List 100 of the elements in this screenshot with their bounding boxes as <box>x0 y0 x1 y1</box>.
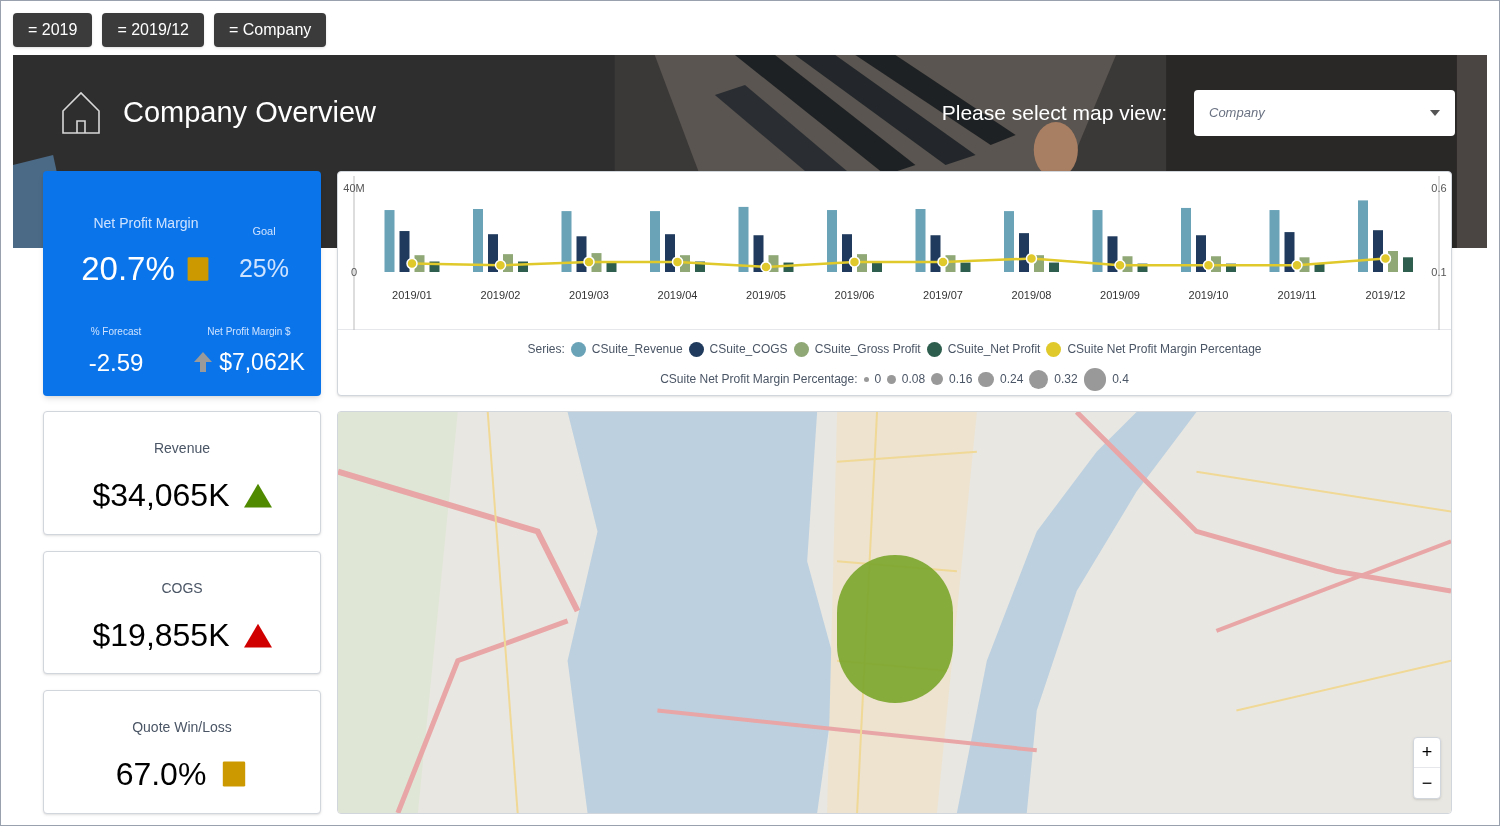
bar <box>753 235 764 272</box>
map-view-dropdown[interactable]: Company <box>1194 90 1455 136</box>
bar <box>842 234 852 272</box>
data-point <box>1025 252 1038 265</box>
axis-label: 2019/05 <box>746 289 786 301</box>
bar <box>650 211 660 272</box>
bar <box>1314 263 1325 272</box>
legend-label: CSuite_Revenue <box>591 341 683 358</box>
metric-value: 20.7% <box>81 249 175 289</box>
bar <box>606 261 617 272</box>
bar <box>1019 233 1029 272</box>
bar <box>1092 210 1103 272</box>
axis-label: 40M <box>343 182 365 194</box>
metric-label: COGS <box>161 578 203 598</box>
legend-label: Series: <box>527 341 565 358</box>
filter-chip[interactable]: = Company <box>214 13 327 47</box>
metric-value: $34,065K <box>92 476 230 515</box>
home-icon <box>61 91 101 135</box>
bar <box>518 261 528 272</box>
data-point <box>848 256 861 268</box>
zoom-out-button[interactable]: − <box>1414 768 1440 798</box>
legend-label: 0.24 <box>999 371 1024 389</box>
data-point <box>760 261 772 273</box>
data-point <box>1114 259 1126 272</box>
bar <box>665 234 675 272</box>
filter-chip[interactable]: = 2019/12 <box>102 13 204 47</box>
legend-label: CSuite Net Profit Margin Percentage: <box>660 371 858 389</box>
legend-label: 0 <box>874 371 882 389</box>
bar <box>1004 211 1014 272</box>
data-point <box>406 257 418 270</box>
goal-value: 25% <box>238 252 289 284</box>
bar <box>930 235 941 272</box>
bar <box>695 261 705 272</box>
metric-label: Quote Win/Loss <box>132 718 232 738</box>
legend-label: 0.4 <box>1112 371 1129 389</box>
map[interactable]: + − <box>337 411 1452 814</box>
bar <box>384 210 395 272</box>
bar <box>576 236 587 272</box>
metric-label: % Forecast <box>90 324 142 339</box>
metric-value: $7,062K <box>219 347 305 377</box>
axis-label: 2019/11 <box>1277 289 1317 301</box>
zoom-in-button[interactable]: + <box>1414 738 1440 768</box>
data-point <box>1291 259 1303 272</box>
bar <box>783 262 794 272</box>
data-point <box>494 259 507 272</box>
bar <box>738 206 749 272</box>
legend-label: CSuite Net Profit Margin Percentage <box>1067 341 1262 358</box>
map-view-label: Please select map view: <box>941 100 1167 127</box>
metric-value: -2.59 <box>88 347 144 378</box>
legend-label: CSuite_Net Profit <box>947 341 1041 358</box>
bar <box>473 209 483 272</box>
metric-value: $19,855K <box>92 615 230 655</box>
axis-label: 2019/02 <box>480 289 521 301</box>
axis-label: 0 <box>350 266 358 278</box>
metric-label: Revenue <box>153 439 210 458</box>
legend-label: CSuite_Gross Profit <box>814 341 921 358</box>
bar <box>1269 210 1280 272</box>
legend-label: 0.16 <box>949 371 973 389</box>
bar <box>872 262 882 272</box>
axis-label: 2019/04 <box>657 289 698 301</box>
caret-icon <box>1430 110 1440 116</box>
page-title: Company Overview <box>123 95 377 131</box>
bar <box>960 262 971 272</box>
legend-label: 0.32 <box>1054 371 1078 389</box>
bar <box>429 261 440 272</box>
legend-label: CSuite_COGS <box>709 341 788 358</box>
axis-label: 0.6 <box>1431 182 1447 194</box>
axis-label: 2019/07 <box>923 289 963 301</box>
axis-label: 2019/03 <box>569 289 609 301</box>
data-point <box>1202 259 1215 272</box>
bar <box>399 231 410 272</box>
bar <box>827 210 837 272</box>
bar <box>1049 262 1059 272</box>
bar <box>915 209 926 272</box>
bar <box>1181 207 1191 272</box>
metric-label: Net Profit Margin $ <box>207 324 291 339</box>
data-point <box>671 256 684 268</box>
axis-label: 2019/06 <box>834 289 875 301</box>
axis-label: 2019/08 <box>1011 289 1052 301</box>
filter-chip[interactable]: = 2019 <box>13 13 93 47</box>
axis-label: 2019/12 <box>1365 289 1406 301</box>
data-point <box>583 256 595 268</box>
metric-value: 67.0% <box>115 755 207 795</box>
bar <box>1284 232 1295 272</box>
bar <box>1403 257 1413 272</box>
axis-label: 2019/01 <box>392 289 432 301</box>
bar <box>1358 200 1368 272</box>
axis-label: 2019/09 <box>1100 289 1140 301</box>
metric-label: Net Profit Margin <box>93 214 199 233</box>
bar <box>561 211 572 272</box>
bar <box>1373 230 1383 272</box>
axis-label: 2019/10 <box>1188 289 1229 301</box>
bar <box>488 234 498 272</box>
data-point <box>1379 252 1392 265</box>
goal-label: Goal <box>252 224 276 239</box>
data-point <box>937 256 949 268</box>
bar <box>1196 235 1206 272</box>
axis-label: 0.1 <box>1431 266 1447 278</box>
legend-label: 0.08 <box>901 371 926 389</box>
bar <box>1107 236 1118 272</box>
